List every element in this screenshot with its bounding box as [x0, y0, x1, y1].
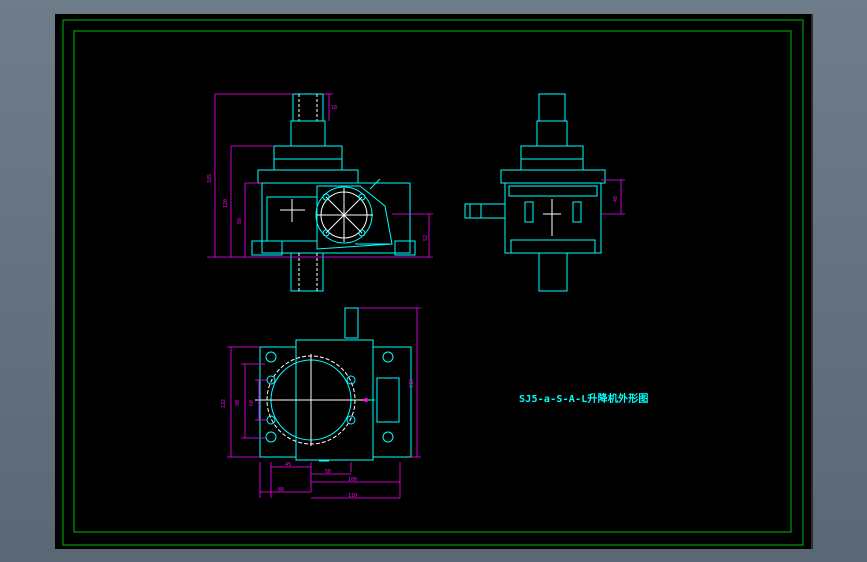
dim-b4: 100 [348, 477, 357, 483]
side-view [464, 93, 606, 292]
outer-frame [62, 19, 804, 546]
dim-overall-height: 185 [207, 174, 213, 183]
top-dims [227, 307, 421, 499]
dim-top-shaft: 18 [331, 105, 337, 111]
dim-b1: 45 [285, 462, 291, 468]
dim-b3: 80 [278, 487, 284, 493]
front-upper-sleeve [290, 120, 326, 147]
dim-top-left-mid: 90 [235, 400, 241, 406]
front-top-shaft [292, 93, 324, 122]
front-dims [207, 93, 433, 258]
cad-drawing: 185 120 88 18 52 48 132 90 60 118 45 50 … [62, 19, 804, 546]
front-cap [273, 145, 343, 171]
dim-b5: 110 [348, 493, 357, 499]
dim-mid-height: 120 [223, 199, 229, 208]
side-top-shaft [538, 93, 566, 122]
side-input-shaft [464, 203, 506, 219]
dim-b2: 50 [325, 469, 331, 475]
dim-top-left-inner: 60 [249, 400, 255, 406]
dim-lower-height: 88 [237, 218, 243, 224]
front-bottom-shaft [290, 252, 324, 292]
front-flange [257, 169, 359, 184]
dim-top-right: 118 [409, 379, 415, 388]
front-view [251, 93, 416, 292]
side-bottom-shaft [538, 252, 568, 292]
drawing-canvas: 185 120 88 18 52 48 132 90 60 118 45 50 … [55, 14, 813, 549]
drawing-caption: SJ5-a-S-A-L升降机外形图 [519, 394, 649, 405]
side-body [504, 182, 602, 254]
inner-frame [73, 30, 792, 533]
top-input-shaft [344, 307, 359, 339]
dim-front-right: 52 [423, 235, 429, 241]
dim-side-right: 48 [613, 196, 619, 202]
top-view [255, 307, 412, 462]
dim-top-left-overall: 132 [221, 399, 227, 408]
